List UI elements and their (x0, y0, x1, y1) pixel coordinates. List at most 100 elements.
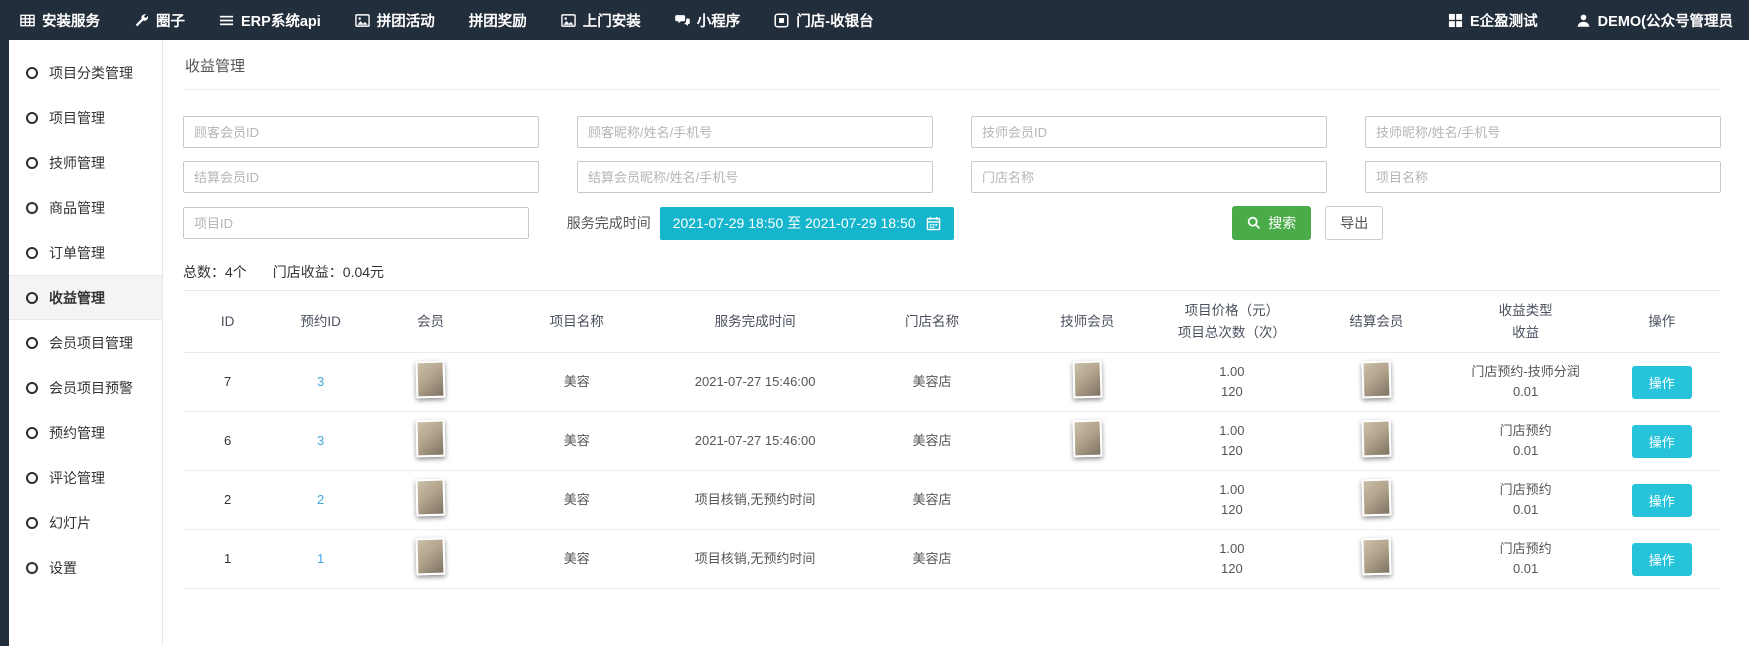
nav-item-label: 圈子 (156, 10, 185, 31)
settle-member-id-input[interactable] (183, 161, 539, 193)
technician-member-id-input[interactable] (971, 116, 1327, 148)
image-icon (355, 13, 370, 28)
image-icon (561, 13, 576, 28)
date-range-button[interactable]: 2021-07-29 18:50 至 2021-07-29 18:50 (660, 207, 954, 240)
sidebar-item-label: 订单管理 (49, 243, 105, 263)
table-row: 1 1 美容 项目核销,无预约时间 美容店 1.00120 门店预约0.01 操… (183, 530, 1721, 589)
cell-settle-member (1304, 412, 1449, 471)
circle-icon (26, 292, 38, 304)
cell-store: 美容店 (849, 353, 1015, 412)
sidebar-item-comment[interactable]: 评论管理 (9, 455, 162, 500)
main-content: 收益管理 服务完成时间 2021-07-29 18:50 至 2021-07-2… (163, 40, 1749, 646)
col-header-member: 会员 (369, 291, 492, 353)
search-button[interactable]: 搜索 (1232, 206, 1311, 240)
top-navbar: 安装服务 圈子 ERP系统api 拼团活动 拼团奖励 上门安装 小程序 门店-收… (0, 0, 1749, 40)
nav-item-door-install[interactable]: 上门安装 (561, 10, 641, 31)
sidebar-item-slides[interactable]: 幻灯片 (9, 500, 162, 545)
settle-member-avatar (1361, 360, 1391, 398)
circle-icon (26, 157, 38, 169)
col-header-finish-time: 服务完成时间 (661, 291, 849, 353)
comments-icon (675, 13, 690, 28)
cell-price-times: 1.00120 (1160, 353, 1305, 412)
sidebar-item-member-project[interactable]: 会员项目管理 (9, 320, 162, 365)
cell-settle-member (1304, 530, 1449, 589)
income-table: ID 预约ID 会员 项目名称 服务完成时间 门店名称 技师会员 项目价格（元）… (183, 290, 1721, 589)
cell-finish-time: 项目核销,无预约时间 (661, 471, 849, 530)
store-income-label: 门店收益： (273, 264, 343, 280)
wrench-icon (134, 13, 149, 28)
booking-id-link[interactable]: 3 (317, 374, 324, 389)
cell-technician (1015, 412, 1160, 471)
sidebar-item-goods[interactable]: 商品管理 (9, 185, 162, 230)
sidebar-item-label: 会员项目管理 (49, 333, 133, 353)
export-button[interactable]: 导出 (1325, 206, 1383, 240)
cell-booking-id: 3 (272, 353, 369, 412)
cell-project: 美容 (492, 412, 661, 471)
nav-item-label: 安装服务 (42, 10, 100, 31)
action-button[interactable]: 操作 (1632, 425, 1692, 458)
cell-booking-id: 2 (272, 471, 369, 530)
nav-item-workspace[interactable]: E企盈测试 (1448, 10, 1538, 31)
nav-item-groupon-activity[interactable]: 拼团活动 (355, 10, 435, 31)
customer-member-id-input[interactable] (183, 116, 539, 148)
nav-item-label: E企盈测试 (1470, 10, 1538, 31)
sidebar-item-order[interactable]: 订单管理 (9, 230, 162, 275)
circle-icon (26, 337, 38, 349)
menu-bars-icon (219, 13, 234, 28)
cell-action: 操作 (1603, 471, 1722, 530)
col-header-income-type: 收益类型收益 (1449, 291, 1603, 353)
cell-id: 6 (183, 412, 272, 471)
technician-avatar (1072, 419, 1102, 457)
cell-finish-time: 2021-07-27 15:46:00 (661, 412, 849, 471)
page-title: 收益管理 (183, 40, 1721, 90)
cashier-icon (774, 13, 789, 28)
nav-item-label: 门店-收银台 (796, 10, 873, 31)
sidebar-item-technician[interactable]: 技师管理 (9, 140, 162, 185)
sidebar-dark-strip (0, 40, 9, 646)
nav-item-store-cashier[interactable]: 门店-收银台 (774, 10, 873, 31)
sidebar-item-income[interactable]: 收益管理 (9, 275, 162, 320)
customer-name-input[interactable] (577, 116, 933, 148)
booking-id-link[interactable]: 2 (317, 492, 324, 507)
booking-id-link[interactable]: 3 (317, 433, 324, 448)
nav-item-circle[interactable]: 圈子 (134, 10, 185, 31)
store-name-input[interactable] (971, 161, 1327, 193)
sidebar-item-label: 收益管理 (49, 288, 105, 308)
summary-bar: 总数：4个门店收益：0.04元 (183, 262, 1721, 282)
cell-technician (1015, 471, 1160, 530)
nav-item-mini-program[interactable]: 小程序 (675, 10, 741, 31)
member-avatar (416, 360, 446, 398)
nav-item-label: 拼团活动 (377, 10, 435, 31)
table-row: 6 3 美容 2021-07-27 15:46:00 美容店 1.00120 门… (183, 412, 1721, 471)
member-avatar (416, 537, 446, 575)
sidebar-item-settings[interactable]: 设置 (9, 545, 162, 590)
technician-name-input[interactable] (1365, 116, 1721, 148)
sidebar-item-project[interactable]: 项目管理 (9, 95, 162, 140)
sidebar-item-project-category[interactable]: 项目分类管理 (9, 50, 162, 95)
sidebar-item-label: 会员项目预警 (49, 378, 133, 398)
cell-price-times: 1.00120 (1160, 412, 1305, 471)
action-button[interactable]: 操作 (1632, 366, 1692, 399)
nav-item-install-service[interactable]: 安装服务 (20, 10, 100, 31)
settle-member-name-input[interactable] (577, 161, 933, 193)
sidebar-item-booking[interactable]: 预约管理 (9, 410, 162, 455)
nav-item-user-account[interactable]: DEMO(公众号管理员 (1576, 10, 1733, 31)
cell-action: 操作 (1603, 353, 1722, 412)
date-range-value: 2021-07-29 18:50 至 2021-07-29 18:50 (673, 213, 916, 233)
nav-item-groupon-reward[interactable]: 拼团奖励 (469, 10, 527, 31)
project-id-input[interactable] (183, 207, 529, 239)
nav-item-erp-api[interactable]: ERP系统api (219, 10, 321, 31)
action-button[interactable]: 操作 (1632, 543, 1692, 576)
cell-finish-time: 2021-07-27 15:46:00 (661, 353, 849, 412)
sidebar-item-member-project-alert[interactable]: 会员项目预警 (9, 365, 162, 410)
cell-technician (1015, 530, 1160, 589)
cell-id: 1 (183, 530, 272, 589)
table-grid-icon (20, 13, 35, 28)
action-button[interactable]: 操作 (1632, 484, 1692, 517)
table-row: 2 2 美容 项目核销,无预约时间 美容店 1.00120 门店预约0.01 操… (183, 471, 1721, 530)
col-header-id: ID (183, 291, 272, 353)
sidebar-item-label: 技师管理 (49, 153, 105, 173)
booking-id-link[interactable]: 1 (317, 551, 324, 566)
project-name-input[interactable] (1365, 161, 1721, 193)
member-avatar (416, 478, 446, 516)
